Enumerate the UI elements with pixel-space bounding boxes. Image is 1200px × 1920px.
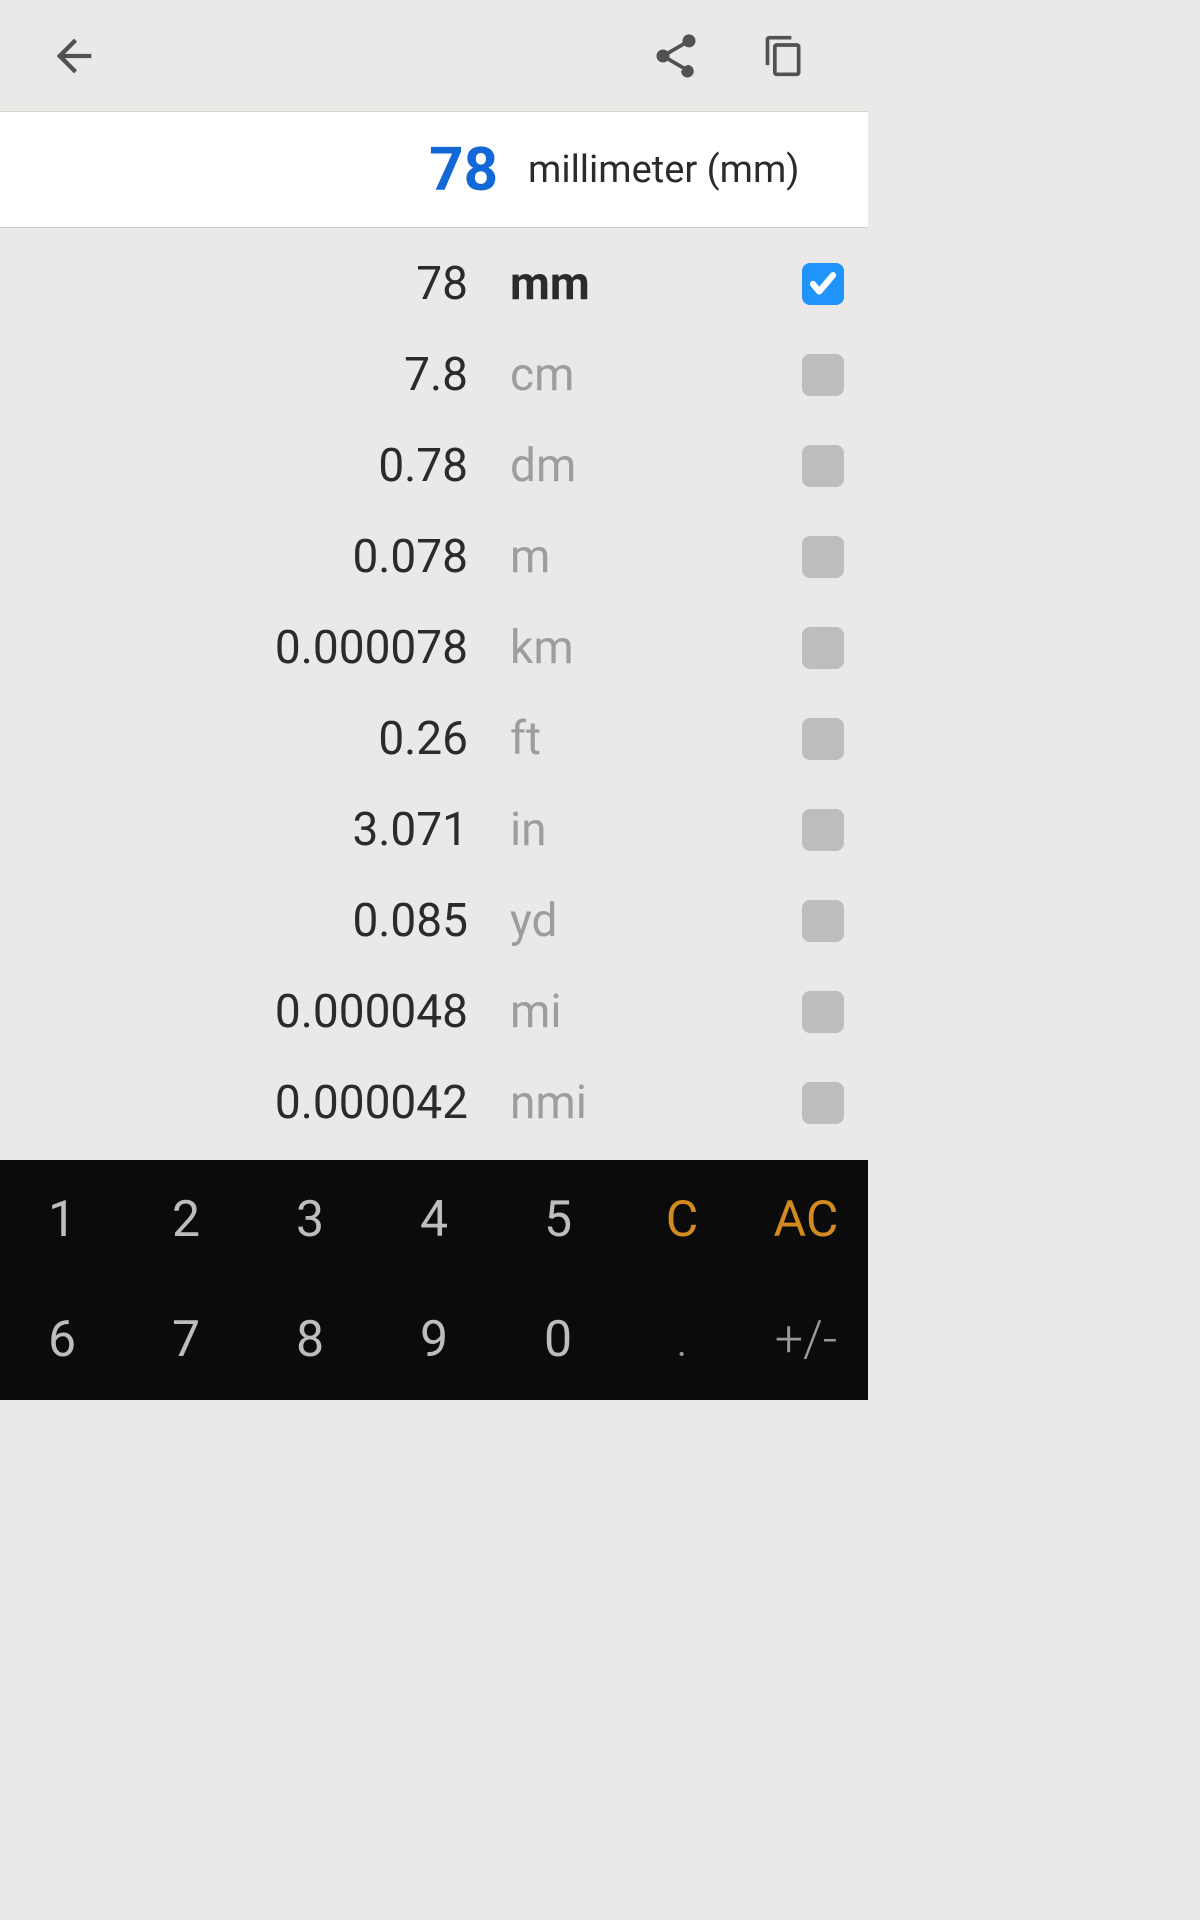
unit-label: cm bbox=[510, 348, 778, 402]
unit-label: ft bbox=[510, 712, 778, 766]
unit-label: m bbox=[510, 530, 778, 584]
unit-row-mm[interactable]: 78mm bbox=[0, 238, 868, 329]
arrow-left-icon bbox=[48, 30, 100, 82]
unit-value: 78 bbox=[0, 257, 510, 311]
unit-row-ft[interactable]: 0.26ft bbox=[0, 693, 868, 784]
unit-checkbox[interactable] bbox=[802, 718, 844, 760]
unit-row-nmi[interactable]: 0.000042nmi bbox=[0, 1057, 868, 1148]
key-1[interactable]: 1 bbox=[0, 1160, 124, 1280]
unit-check-wrap bbox=[778, 1082, 868, 1124]
unit-label: mm bbox=[510, 257, 778, 311]
unit-checkbox[interactable] bbox=[802, 900, 844, 942]
unit-value: 0.000048 bbox=[0, 985, 510, 1039]
unit-value: 0.26 bbox=[0, 712, 510, 766]
input-value: 78 bbox=[0, 134, 528, 205]
unit-check-wrap bbox=[778, 354, 868, 396]
key-4[interactable]: 4 bbox=[372, 1160, 496, 1280]
key-sign[interactable]: +/- bbox=[744, 1280, 868, 1400]
unit-label: dm bbox=[510, 439, 778, 493]
back-button[interactable] bbox=[20, 0, 128, 112]
key-0[interactable]: 0 bbox=[496, 1280, 620, 1400]
unit-check-wrap bbox=[778, 445, 868, 487]
unit-row-km[interactable]: 0.000078km bbox=[0, 602, 868, 693]
key-c[interactable]: C bbox=[620, 1160, 744, 1280]
key-5[interactable]: 5 bbox=[496, 1160, 620, 1280]
unit-row-in[interactable]: 3.071in bbox=[0, 784, 868, 875]
unit-checkbox[interactable] bbox=[802, 354, 844, 396]
share-button[interactable] bbox=[622, 0, 730, 112]
key-dot[interactable]: . bbox=[620, 1280, 744, 1400]
unit-row-yd[interactable]: 0.085yd bbox=[0, 875, 868, 966]
unit-value: 0.78 bbox=[0, 439, 510, 493]
unit-row-dm[interactable]: 0.78dm bbox=[0, 420, 868, 511]
unit-row-cm[interactable]: 7.8cm bbox=[0, 329, 868, 420]
unit-check-wrap bbox=[778, 536, 868, 578]
results-list: 78mm7.8cm0.78dm0.078m0.000078km0.26ft3.0… bbox=[0, 228, 868, 1160]
key-2[interactable]: 2 bbox=[124, 1160, 248, 1280]
unit-checkbox[interactable] bbox=[802, 991, 844, 1033]
key-8[interactable]: 8 bbox=[248, 1280, 372, 1400]
unit-check-wrap bbox=[778, 263, 868, 305]
unit-check-wrap bbox=[778, 809, 868, 851]
unit-value: 0.000078 bbox=[0, 621, 510, 675]
unit-checkbox[interactable] bbox=[802, 809, 844, 851]
key-6[interactable]: 6 bbox=[0, 1280, 124, 1400]
unit-checkbox[interactable] bbox=[802, 263, 844, 305]
unit-checkbox[interactable] bbox=[802, 445, 844, 487]
unit-check-wrap bbox=[778, 718, 868, 760]
share-icon bbox=[650, 30, 702, 82]
unit-value: 7.8 bbox=[0, 348, 510, 402]
copy-icon bbox=[762, 30, 806, 82]
unit-row-m[interactable]: 0.078m bbox=[0, 511, 868, 602]
unit-value: 0.000042 bbox=[0, 1076, 510, 1130]
unit-value: 0.078 bbox=[0, 530, 510, 584]
copy-button[interactable] bbox=[730, 0, 838, 112]
unit-label: mi bbox=[510, 985, 778, 1039]
keypad: 12345CAC 67890.+/- bbox=[0, 1160, 868, 1400]
unit-label: km bbox=[510, 621, 778, 675]
unit-checkbox[interactable] bbox=[802, 536, 844, 578]
check-icon bbox=[808, 269, 838, 299]
unit-check-wrap bbox=[778, 900, 868, 942]
unit-label: in bbox=[510, 803, 778, 857]
unit-row-mi[interactable]: 0.000048mi bbox=[0, 966, 868, 1057]
unit-value: 0.085 bbox=[0, 894, 510, 948]
unit-label: yd bbox=[510, 894, 778, 948]
app-header bbox=[0, 0, 868, 112]
unit-check-wrap bbox=[778, 627, 868, 669]
input-bar[interactable]: 78 millimeter (mm) bbox=[0, 112, 868, 228]
unit-checkbox[interactable] bbox=[802, 627, 844, 669]
unit-checkbox[interactable] bbox=[802, 1082, 844, 1124]
input-unit-label: millimeter (mm) bbox=[528, 148, 800, 192]
key-3[interactable]: 3 bbox=[248, 1160, 372, 1280]
key-9[interactable]: 9 bbox=[372, 1280, 496, 1400]
unit-label: nmi bbox=[510, 1076, 778, 1130]
unit-check-wrap bbox=[778, 991, 868, 1033]
key-ac[interactable]: AC bbox=[744, 1160, 868, 1280]
unit-value: 3.071 bbox=[0, 803, 510, 857]
key-7[interactable]: 7 bbox=[124, 1280, 248, 1400]
